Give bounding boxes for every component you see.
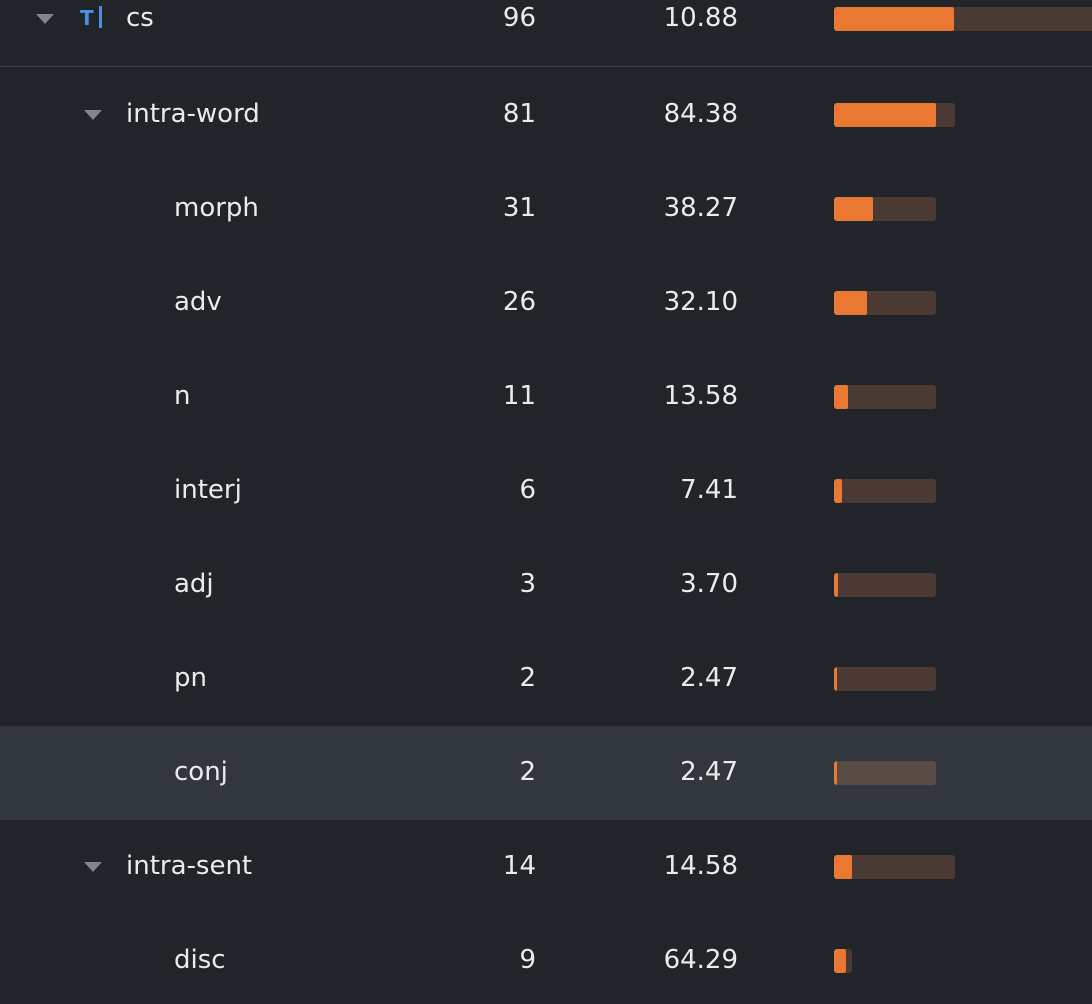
row-percent: 14.58 [663,851,738,881]
table-row[interactable]: intra-sent 14 14.58 [0,820,1092,914]
table-row[interactable]: Tcs 96 10.88 [0,0,1092,67]
table-row[interactable]: adv 26 32.10 [0,256,1092,350]
percent-bar-fill [834,385,848,409]
percent-bar-fill [834,103,937,127]
percent-bar-track [834,103,955,127]
row-percent: 84.38 [663,99,738,129]
percent-bar-track [834,291,936,315]
percent-bar-track [834,385,936,409]
row-percent: 10.88 [663,3,738,33]
percent-bar-track [834,573,936,597]
percent-bar-track [834,197,936,221]
row-percent: 32.10 [663,287,738,317]
percent-bar-fill [834,949,846,973]
row-count: 14 [502,851,536,881]
row-percent: 2.47 [680,757,738,787]
table-row[interactable]: n 11 13.58 [0,350,1092,444]
row-label: n [174,381,191,411]
row-label: interj [174,475,242,505]
frequency-tree-table: Tcs 96 10.88 intra-word 81 84.38 morph 31 38.27 a… [0,0,1092,1004]
row-percent: 2.47 [680,663,738,693]
row-label: intra-word [126,99,260,129]
row-label: conj [174,757,228,787]
row-count: 3 [519,569,536,599]
row-percent: 3.70 [680,569,738,599]
row-percent: 7.41 [680,475,738,505]
row-count: 96 [502,3,536,33]
row-count: 9 [519,945,536,975]
row-label: disc [174,945,226,975]
percent-bar-track [834,7,1092,31]
percent-bar-fill [834,479,842,503]
row-percent: 64.29 [663,945,738,975]
percent-bar-fill [834,7,954,31]
table-row[interactable]: intra-word 81 84.38 [0,68,1092,162]
row-count: 31 [502,193,536,223]
percent-bar-track [834,761,936,785]
row-count: 26 [502,287,536,317]
table-row[interactable]: disc 9 64.29 [0,914,1092,1004]
row-label: adv [174,287,222,317]
table-row[interactable]: adj 3 3.70 [0,538,1092,632]
table-row[interactable]: conj 2 2.47 [0,726,1092,820]
row-count: 6 [519,475,536,505]
row-label: morph [174,193,259,223]
percent-bar-track [834,855,955,879]
row-count: 2 [519,663,536,693]
caret-down-icon[interactable] [36,14,54,24]
row-count: 2 [519,757,536,787]
percent-bar-fill [834,197,874,221]
row-label: pn [174,663,207,693]
percent-bar-fill [834,855,852,879]
percent-bar-track [834,479,936,503]
row-label: cs [126,3,154,33]
text-type-icon: T [80,6,102,30]
percent-bar-track [834,949,852,973]
row-percent: 38.27 [663,193,738,223]
percent-bar-fill [834,667,837,691]
row-percent: 13.58 [663,381,738,411]
caret-down-icon[interactable] [84,110,102,120]
caret-down-icon[interactable] [84,862,102,872]
row-count: 11 [502,381,536,411]
row-count: 81 [502,99,536,129]
table-row[interactable]: interj 6 7.41 [0,444,1092,538]
percent-bar-fill [834,291,867,315]
percent-bar-track [834,667,936,691]
percent-bar-fill [834,761,837,785]
table-row[interactable]: morph 31 38.27 [0,162,1092,256]
row-label: adj [174,569,214,599]
table-row[interactable]: pn 2 2.47 [0,632,1092,726]
row-label: intra-sent [126,851,253,881]
percent-bar-fill [834,573,838,597]
